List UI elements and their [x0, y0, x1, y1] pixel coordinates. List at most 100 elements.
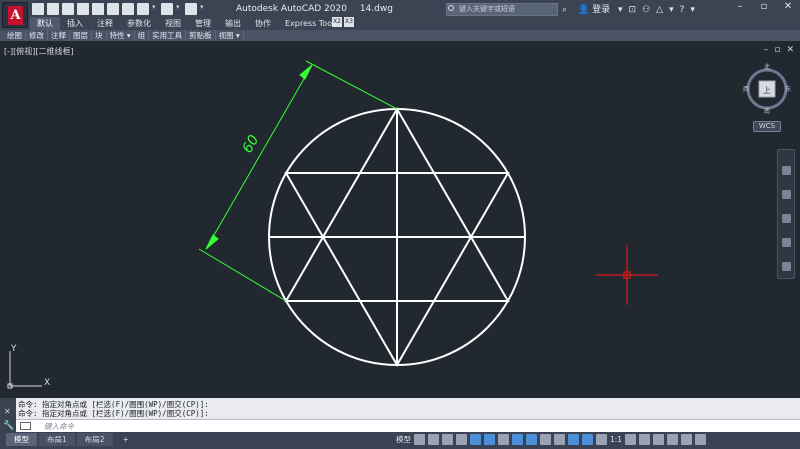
customization-menu-icon[interactable] [695, 434, 707, 445]
object-snap-icon[interactable] [526, 434, 537, 445]
tab-annotate[interactable]: 注释 [90, 17, 120, 30]
login-button[interactable]: 👤 登录 [578, 2, 610, 15]
application-menu-button[interactable]: A [2, 2, 28, 28]
dropdown-icon[interactable]: ▾ [690, 5, 695, 15]
tab-insert[interactable]: 插入 [60, 17, 90, 30]
title-bar: A ▾ ▾ ▾ Autodesk AutoCAD 2020 14.dwg 键入关… [0, 0, 800, 30]
orbit-icon[interactable] [782, 238, 791, 247]
tab-output[interactable]: 输出 [218, 17, 248, 30]
mini-button-x3[interactable]: X3 [344, 17, 354, 27]
command-line: ✕ 🔧 命令: 指定对角点或 [栏选(F)/圈围(WP)/圈交(CP)]: 命令… [0, 398, 800, 432]
tab-layout1[interactable]: 布局1 [39, 433, 75, 446]
restore-icon[interactable]: ▫ [752, 0, 776, 14]
help-icon[interactable]: ? [680, 5, 685, 15]
tab-view[interactable]: 视图 [158, 17, 188, 30]
wrench-icon[interactable]: 🔧 [3, 421, 14, 431]
panel-view[interactable]: 视图 ▾ [216, 30, 244, 41]
redo-dropdown-icon[interactable]: ▾ [176, 3, 182, 15]
save-as-icon[interactable] [77, 3, 89, 15]
search-input[interactable]: 键入关键字或短语 [446, 3, 558, 16]
cart-icon[interactable]: ⊡ [629, 5, 637, 15]
dropdown-icon[interactable]: ▾ [669, 5, 674, 15]
workspace-gear-icon[interactable] [625, 434, 637, 445]
panel-properties[interactable]: 特性 ▾ [107, 30, 135, 41]
model-space-button[interactable]: 模型 [396, 434, 411, 445]
panel-draw[interactable]: 绘图 [4, 30, 26, 41]
navigation-bar [777, 149, 795, 279]
web-mobile-open-icon[interactable] [92, 3, 104, 15]
command-close-icon[interactable]: ✕ [4, 407, 11, 416]
command-history-line-2: 命令: 指定对角点或 [栏选(F)/圈围(WP)/圈交(CP)]: [18, 409, 209, 418]
panel-clipboard[interactable]: 剪贴板 [186, 30, 216, 41]
isometric-icon[interactable] [498, 434, 509, 445]
dynamic-input-icon[interactable] [456, 434, 467, 445]
viewcube-south[interactable]: 南 [764, 107, 770, 115]
autodesk-a360-icon[interactable]: ⚇ [642, 5, 650, 15]
command-prompt-icon[interactable] [20, 422, 31, 430]
tab-parametric[interactable]: 参数化 [120, 17, 158, 30]
extension-line-bottom [198, 248, 287, 302]
tab-manage[interactable]: 管理 [188, 17, 218, 30]
share-icon[interactable] [185, 3, 197, 15]
grid-icon[interactable] [414, 434, 425, 445]
window-controls: – ▫ ✕ [728, 0, 800, 14]
dimension-text[interactable]: 60 [240, 132, 263, 156]
selection-cycling-icon[interactable] [568, 434, 579, 445]
app-name: Autodesk AutoCAD 2020 [236, 4, 347, 14]
tab-layout2[interactable]: 布局2 [76, 433, 113, 446]
qat-customize-icon[interactable]: ▾ [200, 3, 206, 15]
viewcube-north[interactable]: 北 [764, 63, 770, 71]
snap-icon[interactable] [428, 434, 439, 445]
panel-annotation[interactable]: 注释 [48, 30, 70, 41]
user-icon: 👤 [578, 5, 590, 15]
annotation-scale[interactable]: 1:1 [610, 435, 622, 444]
plot-icon[interactable] [122, 3, 134, 15]
annotation-visibility-icon[interactable] [582, 434, 593, 445]
dropdown-icon[interactable]: ▾ [618, 5, 623, 15]
drawing-area[interactable]: [-][俯视][二维线框] – ▫ ✕ 60 Y X 上 北 南 东 西 WCS [0, 41, 800, 398]
mini-button-x2[interactable]: X2 [332, 17, 342, 27]
lineweight-icon[interactable] [540, 434, 551, 445]
command-placeholder: 键入命令 [44, 422, 74, 431]
auto-scale-icon[interactable] [596, 434, 607, 445]
transparency-icon[interactable] [554, 434, 565, 445]
isolate-objects-icon[interactable] [653, 434, 665, 445]
zoom-icon[interactable] [782, 214, 791, 223]
panel-utilities[interactable]: 实用工具 [149, 30, 187, 41]
save-icon[interactable] [62, 3, 74, 15]
new-file-icon[interactable] [32, 3, 44, 15]
add-icon[interactable] [639, 434, 651, 445]
polar-tracking-icon[interactable] [484, 434, 495, 445]
tab-collaborate[interactable]: 协作 [248, 17, 278, 30]
panel-groups[interactable]: 组 [135, 30, 150, 41]
minimize-icon[interactable]: – [728, 0, 752, 14]
binoculars-icon[interactable]: ⌕ [562, 3, 567, 16]
hardware-acceleration-icon[interactable] [667, 434, 679, 445]
undo-dropdown-icon[interactable]: ▾ [152, 3, 158, 15]
infer-constraints-icon[interactable] [442, 434, 453, 445]
panel-block[interactable]: 块 [92, 30, 107, 41]
pan-icon[interactable] [782, 190, 791, 199]
tab-home[interactable]: 默认 [30, 17, 60, 30]
help-triangle-icon[interactable]: △ [656, 5, 663, 15]
viewcube-west[interactable]: 西 [743, 86, 749, 93]
redo-icon[interactable] [161, 3, 173, 15]
aligned-dimension[interactable] [198, 60, 398, 302]
tab-model[interactable]: 模型 [6, 433, 37, 446]
command-input[interactable]: 键入命令 [16, 419, 800, 432]
steering-wheel-icon[interactable] [782, 166, 791, 175]
add-layout-button[interactable]: + [115, 433, 137, 446]
undo-icon[interactable] [137, 3, 149, 15]
wcs-menu-button[interactable]: WCS [753, 121, 781, 132]
ortho-icon[interactable] [470, 434, 481, 445]
panel-modify[interactable]: 修改 [26, 30, 48, 41]
showmotion-icon[interactable] [782, 262, 791, 271]
close-icon[interactable]: ✕ [776, 0, 800, 14]
autocad-logo-icon: A [8, 6, 23, 25]
object-snap-tracking-icon[interactable] [512, 434, 523, 445]
open-file-icon[interactable] [47, 3, 59, 15]
web-mobile-save-icon[interactable] [107, 3, 119, 15]
panel-layers[interactable]: 图层 [70, 30, 92, 41]
clean-screen-icon[interactable] [681, 434, 693, 445]
viewcube-east[interactable]: 东 [785, 85, 791, 93]
